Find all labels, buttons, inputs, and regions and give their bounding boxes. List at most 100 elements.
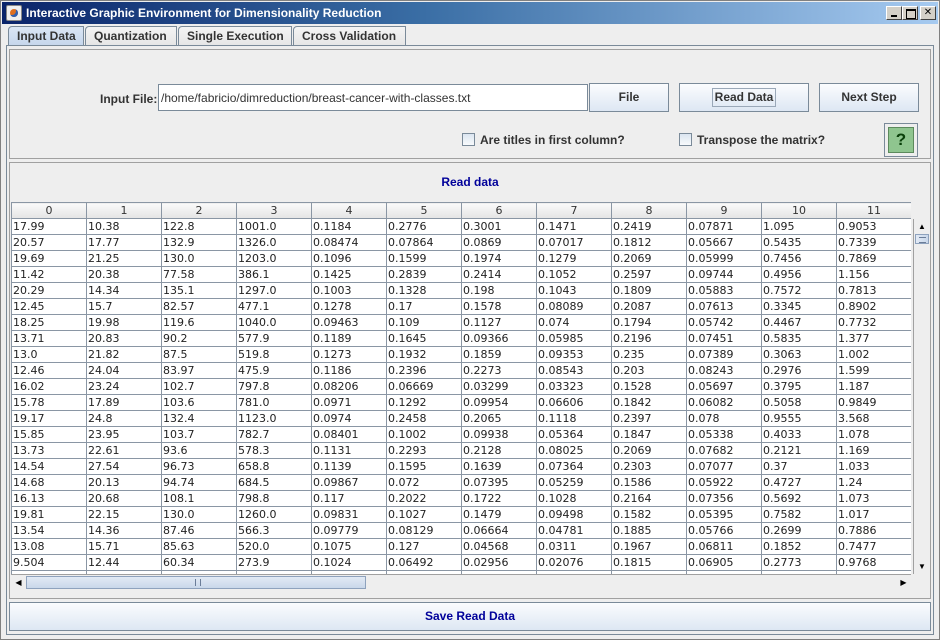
table-cell[interactable]: 0.09353 <box>536 346 612 363</box>
table-cell[interactable]: 0.4956 <box>761 266 837 283</box>
table-cell[interactable]: 0.1425 <box>311 266 387 283</box>
table-row[interactable]: 12.45 15.7 82.57 477.1 0.1278 0.17 0.1578 0.080… <box>11 298 911 315</box>
table-cell[interactable]: 13.54 <box>11 522 87 539</box>
table-cell[interactable]: 798.8 <box>236 490 312 507</box>
table-cell[interactable]: 1.017 <box>836 506 911 523</box>
table-cell[interactable]: 132.9 <box>161 234 237 251</box>
table-cell[interactable]: 0.2196 <box>611 330 687 347</box>
table-cell[interactable]: 0.04781 <box>536 522 612 539</box>
table-cell[interactable]: 0.1024 <box>311 554 387 571</box>
tab-cross-validation[interactable]: Cross Validation <box>293 26 406 45</box>
table-cell[interactable]: 0.203 <box>611 362 687 379</box>
table-cell[interactable]: 0.07613 <box>686 298 762 315</box>
table-cell[interactable]: 15.71 <box>86 538 162 555</box>
table-cell[interactable]: 0.1003 <box>311 282 387 299</box>
table-cell[interactable]: 0.5835 <box>761 330 837 347</box>
table-cell[interactable]: 0.07364 <box>536 458 612 475</box>
table-row[interactable]: 16.13 20.68 108.1 798.8 0.117 0.2022 0.1722 0.1… <box>11 490 911 507</box>
table-cell[interactable]: 20.29 <box>11 282 87 299</box>
table-cell[interactable]: 578.3 <box>236 442 312 459</box>
table-cell[interactable]: 0.1599 <box>386 250 462 267</box>
table-cell[interactable]: 0.7732 <box>836 314 911 331</box>
table-cell[interactable]: 658.8 <box>236 458 312 475</box>
scroll-down-arrow-icon[interactable]: ▼ <box>914 559 930 574</box>
table-cell[interactable]: 1.24 <box>836 474 911 491</box>
table-cell[interactable]: 0.04568 <box>461 538 537 555</box>
column-header[interactable]: 5 <box>386 202 462 219</box>
table-cell[interactable]: 0.2164 <box>611 490 687 507</box>
table-cell[interactable]: 0.1189 <box>311 330 387 347</box>
table-cell[interactable]: 1040.0 <box>236 314 312 331</box>
table-cell[interactable]: 0.2069 <box>611 442 687 459</box>
table-cell[interactable]: 0.08543 <box>536 362 612 379</box>
horizontal-scroll-thumb[interactable] <box>26 576 366 589</box>
table-cell[interactable]: 0.117 <box>311 490 387 507</box>
table-cell[interactable]: 0.2069 <box>611 250 687 267</box>
table-cell[interactable]: 82.57 <box>161 298 237 315</box>
table-row[interactable]: 16.02 23.24 102.7 797.8 0.08206 0.06669 0.0329… <box>11 378 911 395</box>
table-cell[interactable]: 0.9555 <box>761 410 837 427</box>
table-cell[interactable]: 0.1974 <box>461 250 537 267</box>
table-cell[interactable]: 87.46 <box>161 522 237 539</box>
table-cell[interactable]: 0.1595 <box>386 458 462 475</box>
save-read-data-button[interactable]: Save Read Data <box>9 602 931 631</box>
table-cell[interactable]: 0.1645 <box>386 330 462 347</box>
table-cell[interactable]: 782.7 <box>236 426 312 443</box>
table-cell[interactable]: 0.05766 <box>686 522 762 539</box>
table-cell[interactable]: 1.095 <box>761 218 837 235</box>
column-header[interactable]: 2 <box>161 202 237 219</box>
table-cell[interactable]: 0.08089 <box>536 298 612 315</box>
table-cell[interactable]: 0.1002 <box>386 426 462 443</box>
table-cell[interactable]: 0.2128 <box>461 442 537 459</box>
table-cell[interactable]: 94.74 <box>161 474 237 491</box>
table-cell[interactable]: 14.54 <box>11 458 87 475</box>
table-cell[interactable]: 0.1292 <box>386 394 462 411</box>
input-file-field[interactable] <box>158 84 588 111</box>
table-cell[interactable]: 0.05999 <box>686 250 762 267</box>
file-button[interactable]: File <box>589 83 669 112</box>
table-cell[interactable]: 14.68 <box>11 474 87 491</box>
table-cell[interactable]: 0.1131 <box>311 442 387 459</box>
table-cell[interactable]: 18.25 <box>11 314 87 331</box>
vertical-scrollbar[interactable]: ▲ ▼ <box>913 219 929 574</box>
table-cell[interactable]: 0.1118 <box>536 410 612 427</box>
table-cell[interactable]: 0.06606 <box>536 394 612 411</box>
table-cell[interactable]: 0.1279 <box>536 250 612 267</box>
table-cell[interactable]: 0.1586 <box>611 474 687 491</box>
table-cell[interactable]: 13.73 <box>11 442 87 459</box>
table-cell[interactable]: 12.45 <box>11 298 87 315</box>
table-cell[interactable]: 1001.0 <box>236 218 312 235</box>
table-cell[interactable]: 0.2022 <box>386 490 462 507</box>
table-cell[interactable]: 0.09498 <box>536 506 612 523</box>
table-cell[interactable]: 0.09744 <box>686 266 762 283</box>
read-data-button[interactable]: Read Data <box>679 83 809 112</box>
table-cell[interactable]: 1123.0 <box>236 410 312 427</box>
column-header[interactable]: 4 <box>311 202 387 219</box>
table-cell[interactable]: 0.05883 <box>686 282 762 299</box>
table-cell[interactable]: 0.3001 <box>461 218 537 235</box>
table-cell[interactable]: 19.81 <box>11 506 87 523</box>
table-row[interactable]: 12.46 24.04 83.97 475.9 0.1186 0.2396 0.2273 0.… <box>11 362 911 379</box>
table-cell[interactable]: 0.1075 <box>311 538 387 555</box>
table-cell[interactable]: 24.8 <box>86 410 162 427</box>
table-cell[interactable]: 0.3795 <box>761 378 837 395</box>
table-cell[interactable]: 1203.0 <box>236 250 312 267</box>
table-cell[interactable]: 0.05338 <box>686 426 762 443</box>
table-cell[interactable]: 0.03299 <box>461 378 537 395</box>
table-cell[interactable]: 130.0 <box>161 250 237 267</box>
table-row[interactable]: 19.17 24.8 132.4 1123.0 0.0974 0.2458 0.2065 0.… <box>11 410 911 427</box>
table-cell[interactable]: 19.69 <box>11 250 87 267</box>
table-cell[interactable]: 119.6 <box>161 314 237 331</box>
table-cell[interactable]: 9.504 <box>11 554 87 571</box>
table-cell[interactable]: 0.109 <box>386 314 462 331</box>
table-cell[interactable]: 1.599 <box>836 362 911 379</box>
table-cell[interactable]: 122.8 <box>161 218 237 235</box>
table-cell[interactable]: 0.7813 <box>836 282 911 299</box>
table-cell[interactable]: 520.0 <box>236 538 312 555</box>
scroll-right-arrow-icon[interactable]: ▶ <box>896 575 911 590</box>
table-cell[interactable]: 1.377 <box>836 330 911 347</box>
table-cell[interactable]: 13.71 <box>11 330 87 347</box>
table-cell[interactable]: 0.1794 <box>611 314 687 331</box>
table-cell[interactable]: 0.02956 <box>461 554 537 571</box>
table-cell[interactable]: 0.8902 <box>836 298 911 315</box>
